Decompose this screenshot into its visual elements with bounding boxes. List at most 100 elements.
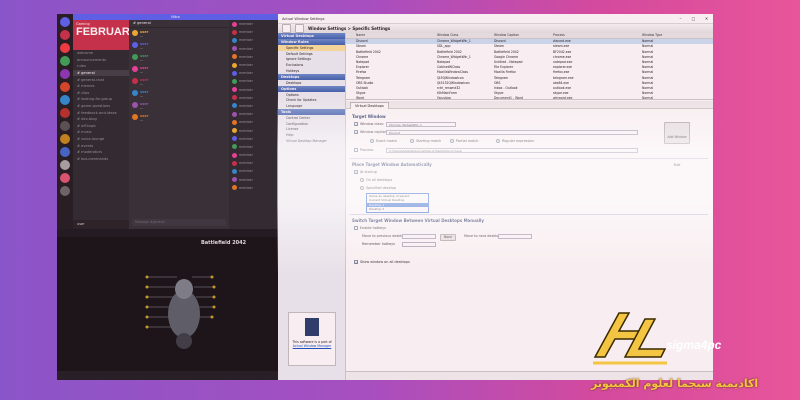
- tab-virtual-desktops[interactable]: Virtual Desktops: [350, 102, 389, 109]
- server-banner[interactable]: Gaming FEBRUARY: [73, 20, 129, 50]
- member-item[interactable]: member: [229, 36, 278, 44]
- channel-item[interactable]: announcements: [73, 57, 129, 64]
- member-item[interactable]: member: [229, 126, 278, 134]
- member-item[interactable]: member: [229, 135, 278, 143]
- member-item[interactable]: member: [229, 184, 278, 192]
- nav-item[interactable]: Virtual Desktop Manager: [278, 138, 345, 144]
- back-icon[interactable]: [282, 24, 291, 33]
- avatar[interactable]: [132, 78, 138, 84]
- server-icon[interactable]: [60, 30, 70, 40]
- avatar[interactable]: [132, 66, 138, 72]
- channel-item[interactable]: # clips: [73, 90, 129, 97]
- server-icon[interactable]: [60, 82, 70, 92]
- channel-item[interactable]: # dev-blog: [73, 116, 129, 123]
- avatar[interactable]: [132, 114, 138, 120]
- server-icon[interactable]: [60, 69, 70, 79]
- member-item[interactable]: member: [229, 102, 278, 110]
- grid-row[interactable]: Word OpusApp Document1 - Word winword.exe No…: [346, 96, 713, 99]
- member-item[interactable]: member: [229, 159, 278, 167]
- close-icon[interactable]: ✕: [700, 16, 713, 21]
- member-item[interactable]: member: [229, 94, 278, 102]
- grid-column-header[interactable]: [346, 33, 355, 38]
- server-icon[interactable]: [60, 173, 70, 183]
- channel-item[interactable]: # bot-commands: [73, 156, 129, 163]
- exact-match-radio[interactable]: [370, 139, 374, 143]
- enable-hotkeys-checkbox[interactable]: [354, 226, 358, 230]
- user-panel[interactable]: user: [73, 220, 129, 229]
- show-on-all-checkbox[interactable]: [354, 260, 358, 265]
- server-icon[interactable]: [60, 17, 70, 27]
- grid-column-header[interactable]: Process: [552, 33, 641, 38]
- member-item[interactable]: member: [229, 61, 278, 69]
- server-icon[interactable]: [60, 43, 70, 53]
- server-icon[interactable]: [60, 108, 70, 118]
- server-icon[interactable]: [60, 147, 70, 157]
- channel-item[interactable]: welcome: [73, 50, 129, 57]
- promo-box[interactable]: This software is a part of Actual Window…: [288, 312, 336, 366]
- channel-item[interactable]: # game-questions: [73, 103, 129, 110]
- window-caption-field[interactable]: Discord: [386, 130, 638, 135]
- window-class-checkbox[interactable]: [354, 122, 358, 127]
- specified-desktop-radio[interactable]: [360, 186, 364, 190]
- minimize-icon[interactable]: –: [674, 16, 687, 21]
- hotkey-next-field[interactable]: [498, 234, 532, 239]
- server-icon[interactable]: [60, 186, 70, 196]
- hotkey-none-button[interactable]: None: [440, 234, 456, 241]
- all-desktops-radio[interactable]: [360, 178, 364, 182]
- window-class-field[interactable]: Chrome_WidgetWin_1: [386, 122, 456, 127]
- grid-column-header[interactable]: Window Class: [436, 33, 493, 38]
- remember-hotkeys-field[interactable]: [402, 242, 436, 247]
- channel-item[interactable]: # voice-lounge: [73, 136, 129, 143]
- starting-match-radio[interactable]: [410, 139, 414, 143]
- member-item[interactable]: member: [229, 167, 278, 175]
- member-item[interactable]: member: [229, 176, 278, 184]
- channel-item[interactable]: # moderators: [73, 149, 129, 156]
- member-item[interactable]: member: [229, 69, 278, 77]
- channel-item[interactable]: rules: [73, 63, 129, 70]
- channel-item[interactable]: # feedback-and-ideas: [73, 109, 129, 116]
- add-window-rule-button[interactable]: Add Window Rule: [664, 122, 690, 167]
- maximize-icon[interactable]: □: [687, 16, 700, 21]
- member-item[interactable]: member: [229, 143, 278, 151]
- grid-column-header[interactable]: Window Caption: [493, 33, 552, 38]
- process-field[interactable]: C:\Users\AppData\Local\Discord\app\Disco…: [386, 148, 638, 153]
- avatar[interactable]: [132, 30, 138, 36]
- server-icon[interactable]: [60, 56, 70, 66]
- member-item[interactable]: member: [229, 45, 278, 53]
- member-item[interactable]: member: [229, 110, 278, 118]
- at-startup-checkbox[interactable]: [354, 170, 358, 175]
- member-item[interactable]: member: [229, 151, 278, 159]
- channel-item[interactable]: # memes: [73, 83, 129, 90]
- server-icon[interactable]: [60, 95, 70, 105]
- channel-item[interactable]: # general-chat: [73, 76, 129, 83]
- regex-radio[interactable]: [496, 139, 500, 143]
- server-icon[interactable]: [60, 160, 70, 170]
- forward-icon[interactable]: [295, 24, 304, 33]
- promo-link[interactable]: Actual Window Manager: [289, 344, 335, 348]
- server-icon[interactable]: [60, 134, 70, 144]
- server-icon[interactable]: [60, 121, 70, 131]
- grid-column-header[interactable]: Window Type: [641, 33, 702, 38]
- grid-column-header[interactable]: Name: [355, 33, 436, 38]
- message-composer[interactable]: Message #general: [132, 219, 226, 226]
- channel-item[interactable]: # off-topic: [73, 123, 129, 130]
- partial-match-radio[interactable]: [450, 139, 454, 143]
- avatar[interactable]: [132, 54, 138, 60]
- member-item[interactable]: member: [229, 28, 278, 36]
- channel-item[interactable]: # general: [73, 69, 129, 77]
- member-item[interactable]: member: [229, 53, 278, 61]
- avatar[interactable]: [132, 102, 138, 108]
- process-checkbox[interactable]: [354, 148, 358, 152]
- dropdown-option[interactable]: Desktop 2: [367, 207, 428, 211]
- channel-item[interactable]: # events: [73, 142, 129, 149]
- channel-item[interactable]: # looking-for-group: [73, 96, 129, 103]
- desktop-dropdown[interactable]: Same as desktop of parent Current Virtual…: [366, 193, 429, 213]
- member-item[interactable]: member: [229, 118, 278, 126]
- member-item[interactable]: member: [229, 20, 278, 28]
- member-item[interactable]: member: [229, 77, 278, 85]
- avatar[interactable]: [132, 42, 138, 48]
- avatar[interactable]: [132, 90, 138, 96]
- hotkey-previous-field[interactable]: [402, 234, 436, 239]
- member-item[interactable]: member: [229, 86, 278, 94]
- window-caption-checkbox[interactable]: [354, 130, 358, 135]
